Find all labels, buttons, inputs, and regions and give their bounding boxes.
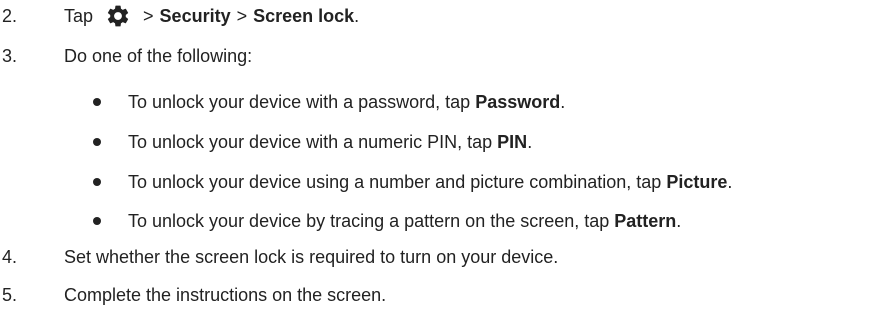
tap-label: Tap <box>64 5 94 26</box>
bullet-body: To unlock your device with a numeric PIN… <box>128 131 498 152</box>
option-label: PIN <box>497 131 528 152</box>
period: . <box>676 210 682 231</box>
bullet-text: To unlock your device with a password, t… <box>128 92 565 113</box>
bullet-text: To unlock your device with a numeric PIN… <box>128 132 532 153</box>
bullet-body: To unlock your device with a password, t… <box>128 91 476 112</box>
bullet-body: To unlock your device by tracing a patte… <box>128 210 615 231</box>
option-label: Picture <box>666 171 728 192</box>
security-menu-label: Security <box>159 5 231 26</box>
step-number: 3. <box>2 45 18 66</box>
step-number: 5. <box>2 284 18 305</box>
step-text: Tap > Security > Screen lock . <box>64 3 359 29</box>
separator: > <box>143 5 154 26</box>
bullet-text: To unlock your device using a number and… <box>128 172 732 193</box>
gear-icon <box>107 5 129 27</box>
bullet-icon <box>93 138 101 146</box>
period: . <box>527 131 533 152</box>
option-label: Pattern <box>614 210 677 231</box>
step-text: Do one of the following: <box>64 45 253 66</box>
option-label: Password <box>475 91 561 112</box>
period: . <box>560 91 566 112</box>
step-number: 2. <box>2 5 18 26</box>
bullet-icon <box>93 98 101 106</box>
period: . <box>727 171 733 192</box>
bullet-text: To unlock your device by tracing a patte… <box>128 211 681 232</box>
separator: > <box>236 5 248 26</box>
step-text: Complete the instructions on the screen. <box>64 284 387 305</box>
bullet-body: To unlock your device using a number and… <box>128 171 667 192</box>
bullet-icon <box>93 217 101 225</box>
step-number: 4. <box>2 246 18 267</box>
step-text: Set whether the screen lock is required … <box>64 246 559 267</box>
bullet-icon <box>93 178 101 186</box>
period: . <box>354 5 360 26</box>
screen-lock-menu-label: Screen lock <box>253 5 355 26</box>
